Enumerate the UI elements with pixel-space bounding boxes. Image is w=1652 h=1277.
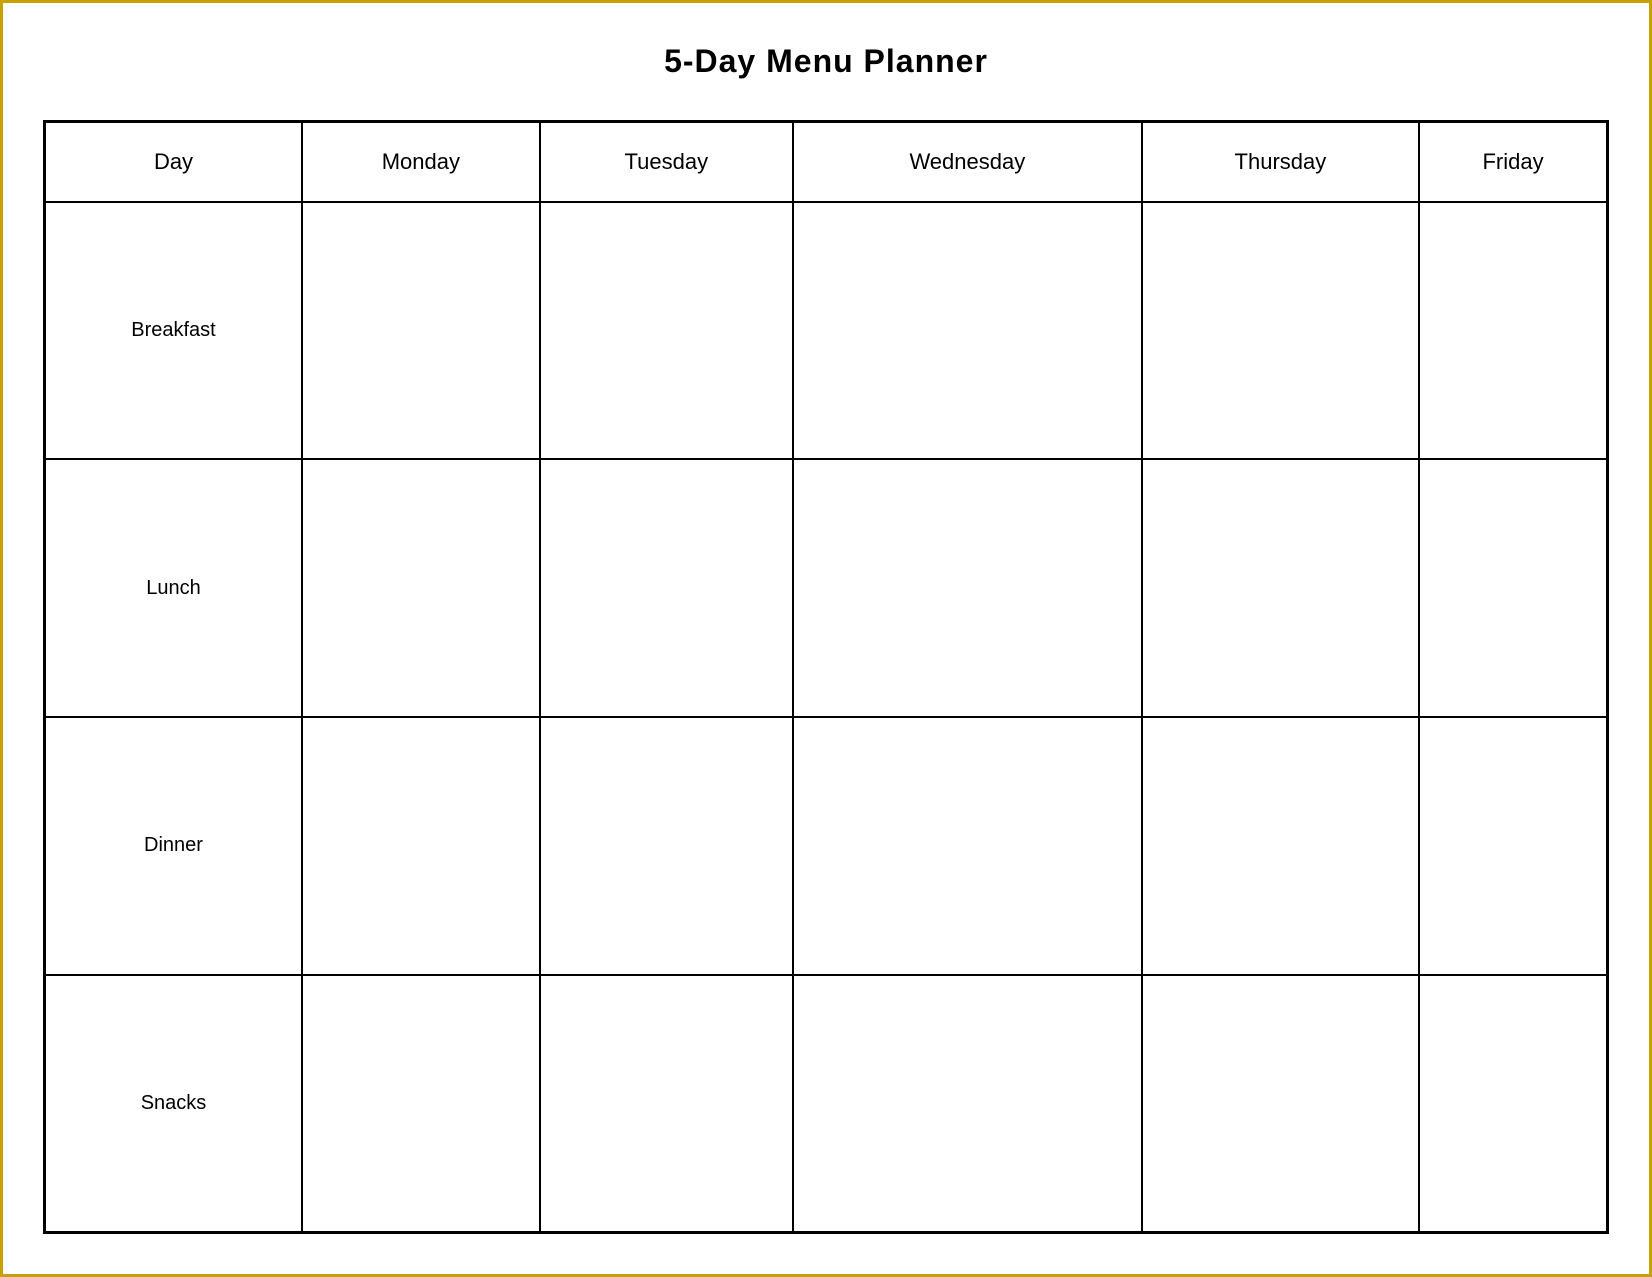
header-wednesday: Wednesday <box>793 122 1142 202</box>
snacks-thursday[interactable] <box>1142 975 1419 1233</box>
snacks-wednesday[interactable] <box>793 975 1142 1233</box>
label-dinner: Dinner <box>45 717 303 975</box>
dinner-tuesday[interactable] <box>540 717 793 975</box>
dinner-monday[interactable] <box>302 717 540 975</box>
menu-planner-table: Day Monday Tuesday Wednesday Thursday Fr… <box>43 120 1609 1234</box>
row-breakfast: Breakfast <box>45 202 1608 460</box>
dinner-friday[interactable] <box>1419 717 1607 975</box>
header-day: Day <box>45 122 303 202</box>
label-lunch: Lunch <box>45 459 303 717</box>
page-title: 5-Day Menu Planner <box>664 43 988 80</box>
breakfast-thursday[interactable] <box>1142 202 1419 460</box>
snacks-friday[interactable] <box>1419 975 1607 1233</box>
lunch-friday[interactable] <box>1419 459 1607 717</box>
lunch-wednesday[interactable] <box>793 459 1142 717</box>
snacks-monday[interactable] <box>302 975 540 1233</box>
breakfast-friday[interactable] <box>1419 202 1607 460</box>
label-breakfast: Breakfast <box>45 202 303 460</box>
lunch-tuesday[interactable] <box>540 459 793 717</box>
row-snacks: Snacks <box>45 975 1608 1233</box>
snacks-tuesday[interactable] <box>540 975 793 1233</box>
breakfast-monday[interactable] <box>302 202 540 460</box>
dinner-thursday[interactable] <box>1142 717 1419 975</box>
lunch-monday[interactable] <box>302 459 540 717</box>
lunch-thursday[interactable] <box>1142 459 1419 717</box>
label-snacks: Snacks <box>45 975 303 1233</box>
breakfast-tuesday[interactable] <box>540 202 793 460</box>
breakfast-wednesday[interactable] <box>793 202 1142 460</box>
dinner-wednesday[interactable] <box>793 717 1142 975</box>
row-dinner: Dinner <box>45 717 1608 975</box>
header-monday: Monday <box>302 122 540 202</box>
header-friday: Friday <box>1419 122 1607 202</box>
header-thursday: Thursday <box>1142 122 1419 202</box>
header-row: Day Monday Tuesday Wednesday Thursday Fr… <box>45 122 1608 202</box>
header-tuesday: Tuesday <box>540 122 793 202</box>
row-lunch: Lunch <box>45 459 1608 717</box>
